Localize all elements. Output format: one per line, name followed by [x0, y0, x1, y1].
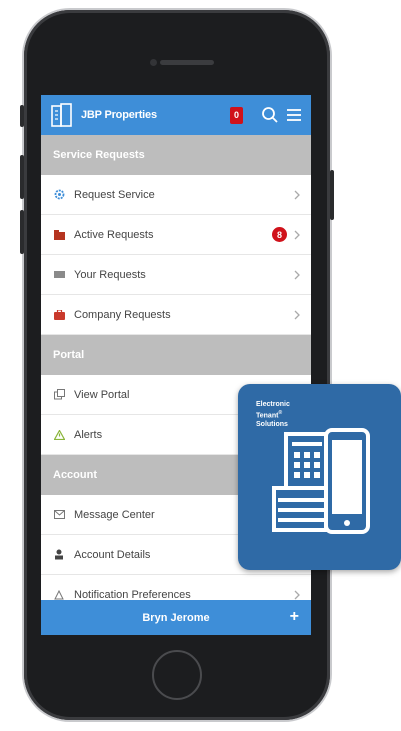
- menu-item-active-requests[interactable]: Active Requests 8: [41, 215, 311, 255]
- electronic-tenant-solutions-logo-card: Electronic Tenant® Solutions: [238, 384, 401, 570]
- portal-icon: [53, 389, 65, 401]
- inbox-icon: [53, 269, 65, 281]
- menu-item-label: Request Service: [74, 188, 155, 201]
- active-requests-count-badge: 8: [272, 227, 287, 242]
- app-title: JBP Properties: [81, 109, 157, 121]
- menu-item-label: Active Requests: [74, 228, 154, 241]
- menu-item-label: Company Requests: [74, 308, 171, 321]
- section-header-portal: Portal: [41, 335, 311, 375]
- notifications-count: 0: [233, 110, 239, 120]
- home-button[interactable]: [152, 650, 202, 700]
- power-button: [330, 170, 334, 220]
- gear-icon: [53, 189, 65, 201]
- front-camera: [150, 59, 157, 66]
- menu-item-your-requests[interactable]: Your Requests: [41, 255, 311, 295]
- chevron-right-icon: [294, 270, 300, 279]
- ets-line-1: Electronic: [256, 401, 290, 408]
- menu-item-label: Your Requests: [74, 268, 146, 281]
- office-building-icon: [272, 428, 370, 534]
- folder-icon: [53, 229, 65, 241]
- user-icon: [53, 549, 65, 561]
- search-icon[interactable]: [261, 106, 279, 124]
- bell-icon: [53, 589, 65, 601]
- volume-up-button: [20, 155, 24, 199]
- ets-wordmark: Electronic Tenant® Solutions: [256, 400, 290, 429]
- ets-line-2: Tenant®: [256, 410, 283, 420]
- user-footer-bar[interactable]: Bryn Jerome +: [41, 600, 311, 635]
- app-header: JBP Properties 0: [41, 95, 311, 135]
- chevron-right-icon: [294, 190, 300, 199]
- envelope-icon: [53, 509, 65, 521]
- briefcase-icon: [53, 309, 65, 321]
- add-plus-button[interactable]: +: [290, 608, 299, 626]
- section-header-service-requests: Service Requests: [41, 135, 311, 175]
- earpiece-speaker: [160, 60, 214, 65]
- chevron-right-icon: [294, 230, 300, 239]
- volume-down-button: [20, 210, 24, 254]
- hamburger-menu-icon[interactable]: [285, 106, 303, 124]
- menu-item-company-requests[interactable]: Company Requests: [41, 295, 311, 335]
- menu-item-request-service[interactable]: Request Service: [41, 175, 311, 215]
- chevron-right-icon: [294, 310, 300, 319]
- warning-icon: [53, 429, 65, 441]
- chevron-right-icon: [294, 590, 300, 599]
- building-logo-icon: [51, 103, 72, 127]
- user-name: Bryn Jerome: [142, 611, 210, 624]
- menu-item-label: Notification Preferences: [74, 588, 191, 601]
- notifications-badge[interactable]: 0: [230, 106, 243, 124]
- mute-switch: [20, 105, 24, 127]
